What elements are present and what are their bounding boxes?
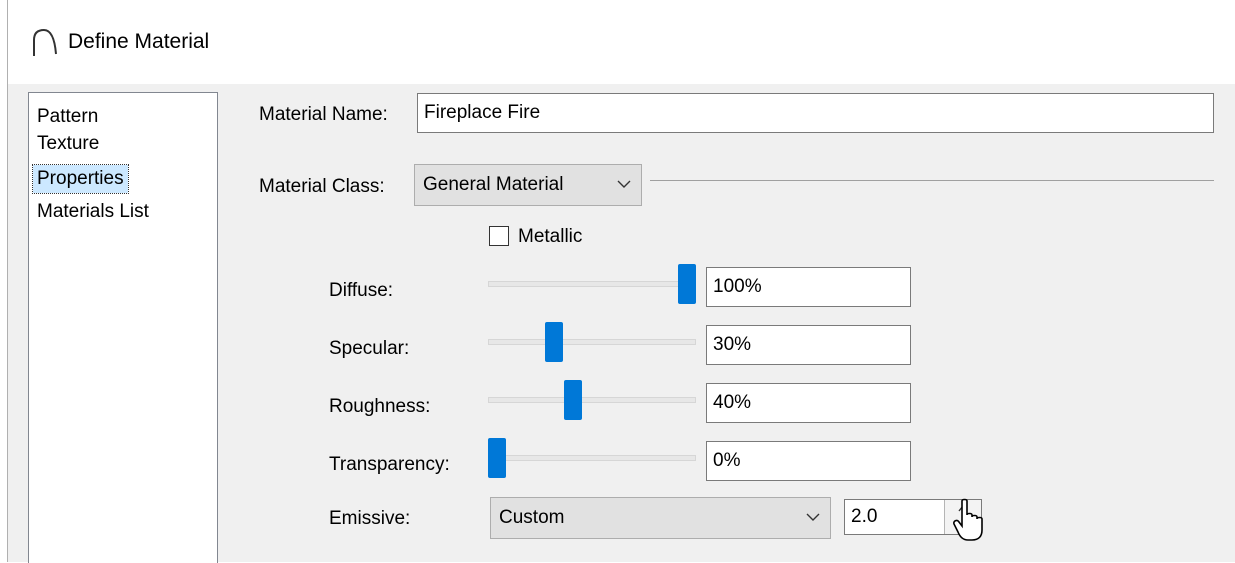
material-class-dropdown[interactable]: General Material (414, 164, 642, 206)
metallic-label: Metallic (518, 226, 583, 247)
slider-thumb[interactable] (488, 438, 506, 478)
slider-thumb[interactable] (545, 322, 563, 362)
transparency-label: Transparency: (329, 454, 450, 475)
nav-item-texture[interactable]: Texture (33, 130, 103, 158)
specular-label: Specular: (329, 338, 410, 359)
nav-item-properties[interactable]: Properties (32, 164, 129, 194)
nav-item-materials-list[interactable]: Materials List (33, 198, 153, 226)
slider-thumb[interactable] (678, 264, 696, 304)
category-list[interactable]: Pattern Texture Properties Materials Lis… (28, 92, 218, 563)
define-material-dialog: Pattern Texture Properties Materials Lis… (8, 84, 1235, 563)
slider-track (488, 455, 696, 461)
emissive-label: Emissive: (329, 508, 411, 529)
specular-slider[interactable] (488, 322, 696, 362)
title-bar: Define Material (8, 0, 1235, 84)
chevron-down-icon (806, 513, 820, 521)
material-name-field[interactable]: Fireplace Fire (417, 93, 1214, 133)
mouse-pointer-icon (953, 498, 983, 541)
metallic-checkbox[interactable] (489, 226, 509, 246)
diffuse-field[interactable]: 100% (706, 267, 911, 307)
emissive-dropdown[interactable]: Custom (490, 497, 831, 539)
chevron-down-icon (617, 180, 631, 188)
arch-icon (33, 28, 57, 56)
diffuse-label: Diffuse: (329, 280, 394, 301)
diffuse-slider[interactable] (488, 264, 696, 304)
roughness-slider[interactable] (488, 380, 696, 420)
transparency-slider[interactable] (488, 438, 696, 478)
roughness-label: Roughness: (329, 396, 431, 417)
material-class-value: General Material (423, 174, 564, 195)
roughness-field[interactable]: 40% (706, 383, 911, 423)
material-class-label: Material Class: (259, 176, 385, 197)
transparency-field[interactable]: 0% (706, 441, 911, 481)
emissive-value: 2.0 (851, 506, 878, 527)
group-separator (650, 180, 1214, 181)
emissive-mode-value: Custom (499, 507, 565, 528)
slider-thumb[interactable] (564, 380, 582, 420)
nav-item-pattern[interactable]: Pattern (33, 103, 102, 131)
slider-track (488, 281, 696, 287)
slider-track (488, 397, 696, 403)
window-title: Define Material (68, 30, 210, 53)
specular-field[interactable]: 30% (706, 325, 911, 365)
slider-track (488, 339, 696, 345)
material-name-label: Material Name: (259, 104, 388, 125)
